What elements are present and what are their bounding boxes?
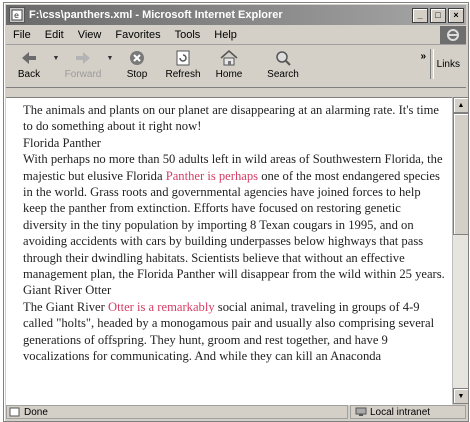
- back-label: Back: [17, 69, 41, 80]
- otter-heading: Giant River Otter: [23, 283, 112, 298]
- window-title: F:\css\panthers.xml - Microsoft Internet…: [29, 9, 283, 21]
- search-button[interactable]: Search: [260, 47, 306, 80]
- vertical-scrollbar[interactable]: ▲ ▼: [452, 97, 468, 404]
- refresh-button[interactable]: Refresh: [160, 47, 206, 80]
- otter-highlight: Otter is a remarkably: [107, 299, 215, 314]
- stop-label: Stop: [126, 69, 148, 80]
- minimize-button[interactable]: _: [412, 7, 428, 23]
- maximize-button[interactable]: □: [430, 7, 446, 23]
- menu-bar: File Edit View Favorites Tools Help: [6, 26, 466, 45]
- home-icon: [220, 50, 238, 66]
- status-text: Done: [24, 406, 48, 418]
- toolbar-overflow-chevron[interactable]: »: [420, 51, 426, 62]
- forward-button[interactable]: Forward: [60, 47, 106, 80]
- menu-favorites[interactable]: Favorites: [108, 29, 167, 41]
- intro-text: The animals and plants on our planet are…: [23, 103, 439, 134]
- status-bar: Done Local intranet: [6, 405, 466, 419]
- back-arrow-icon: [22, 52, 36, 64]
- refresh-label: Refresh: [165, 69, 201, 80]
- back-button[interactable]: Back: [6, 47, 52, 80]
- refresh-icon: [176, 50, 190, 66]
- search-label: Search: [267, 69, 299, 80]
- toolbar-divider: [430, 49, 434, 79]
- intranet-zone-icon: [355, 407, 367, 416]
- menu-file[interactable]: File: [6, 29, 38, 41]
- panther-highlight: Panther is perhaps: [165, 168, 259, 183]
- forward-label: Forward: [64, 69, 102, 80]
- otter-paragraph: The Giant River Otter is a remarkably so…: [23, 299, 446, 365]
- home-label: Home: [215, 69, 243, 80]
- zone-text: Local intranet: [370, 406, 431, 418]
- menu-view[interactable]: View: [71, 29, 109, 41]
- panther-heading: Florida Panther: [23, 135, 101, 150]
- home-button[interactable]: Home: [206, 47, 252, 80]
- scroll-thumb[interactable]: [453, 113, 468, 235]
- forward-dropdown-icon[interactable]: ▼: [106, 55, 114, 62]
- browser-window: e F:\css\panthers.xml - Microsoft Intern…: [3, 2, 469, 422]
- search-icon: [276, 51, 291, 66]
- stop-icon: [130, 51, 144, 65]
- menu-tools[interactable]: Tools: [168, 29, 208, 41]
- forward-arrow-icon: [76, 52, 90, 64]
- scroll-up-arrow-icon[interactable]: ▲: [453, 97, 468, 113]
- panther-paragraph: With perhaps no more than 50 adults left…: [23, 151, 446, 282]
- panther-text-end: one of the most endangered species in th…: [23, 168, 445, 282]
- ie-logo-icon: [440, 26, 466, 44]
- back-dropdown-icon[interactable]: ▼: [52, 55, 60, 62]
- close-button[interactable]: ×: [448, 7, 464, 23]
- links-button[interactable]: Links: [437, 59, 460, 70]
- scroll-down-arrow-icon[interactable]: ▼: [453, 388, 468, 404]
- page-done-icon: [9, 407, 20, 417]
- otter-text-start: The Giant River: [23, 299, 108, 314]
- menu-edit[interactable]: Edit: [38, 29, 71, 41]
- svg-text:e: e: [14, 11, 19, 20]
- page-content: The animals and plants on our planet are…: [6, 97, 452, 405]
- ie-page-icon: e: [9, 7, 25, 23]
- title-bar[interactable]: e F:\css\panthers.xml - Microsoft Intern…: [6, 5, 466, 25]
- menu-help[interactable]: Help: [207, 29, 244, 41]
- stop-button[interactable]: Stop: [114, 47, 160, 80]
- toolbar: Back ▼ Forward ▼ Stop Refresh Home Searc…: [6, 45, 466, 88]
